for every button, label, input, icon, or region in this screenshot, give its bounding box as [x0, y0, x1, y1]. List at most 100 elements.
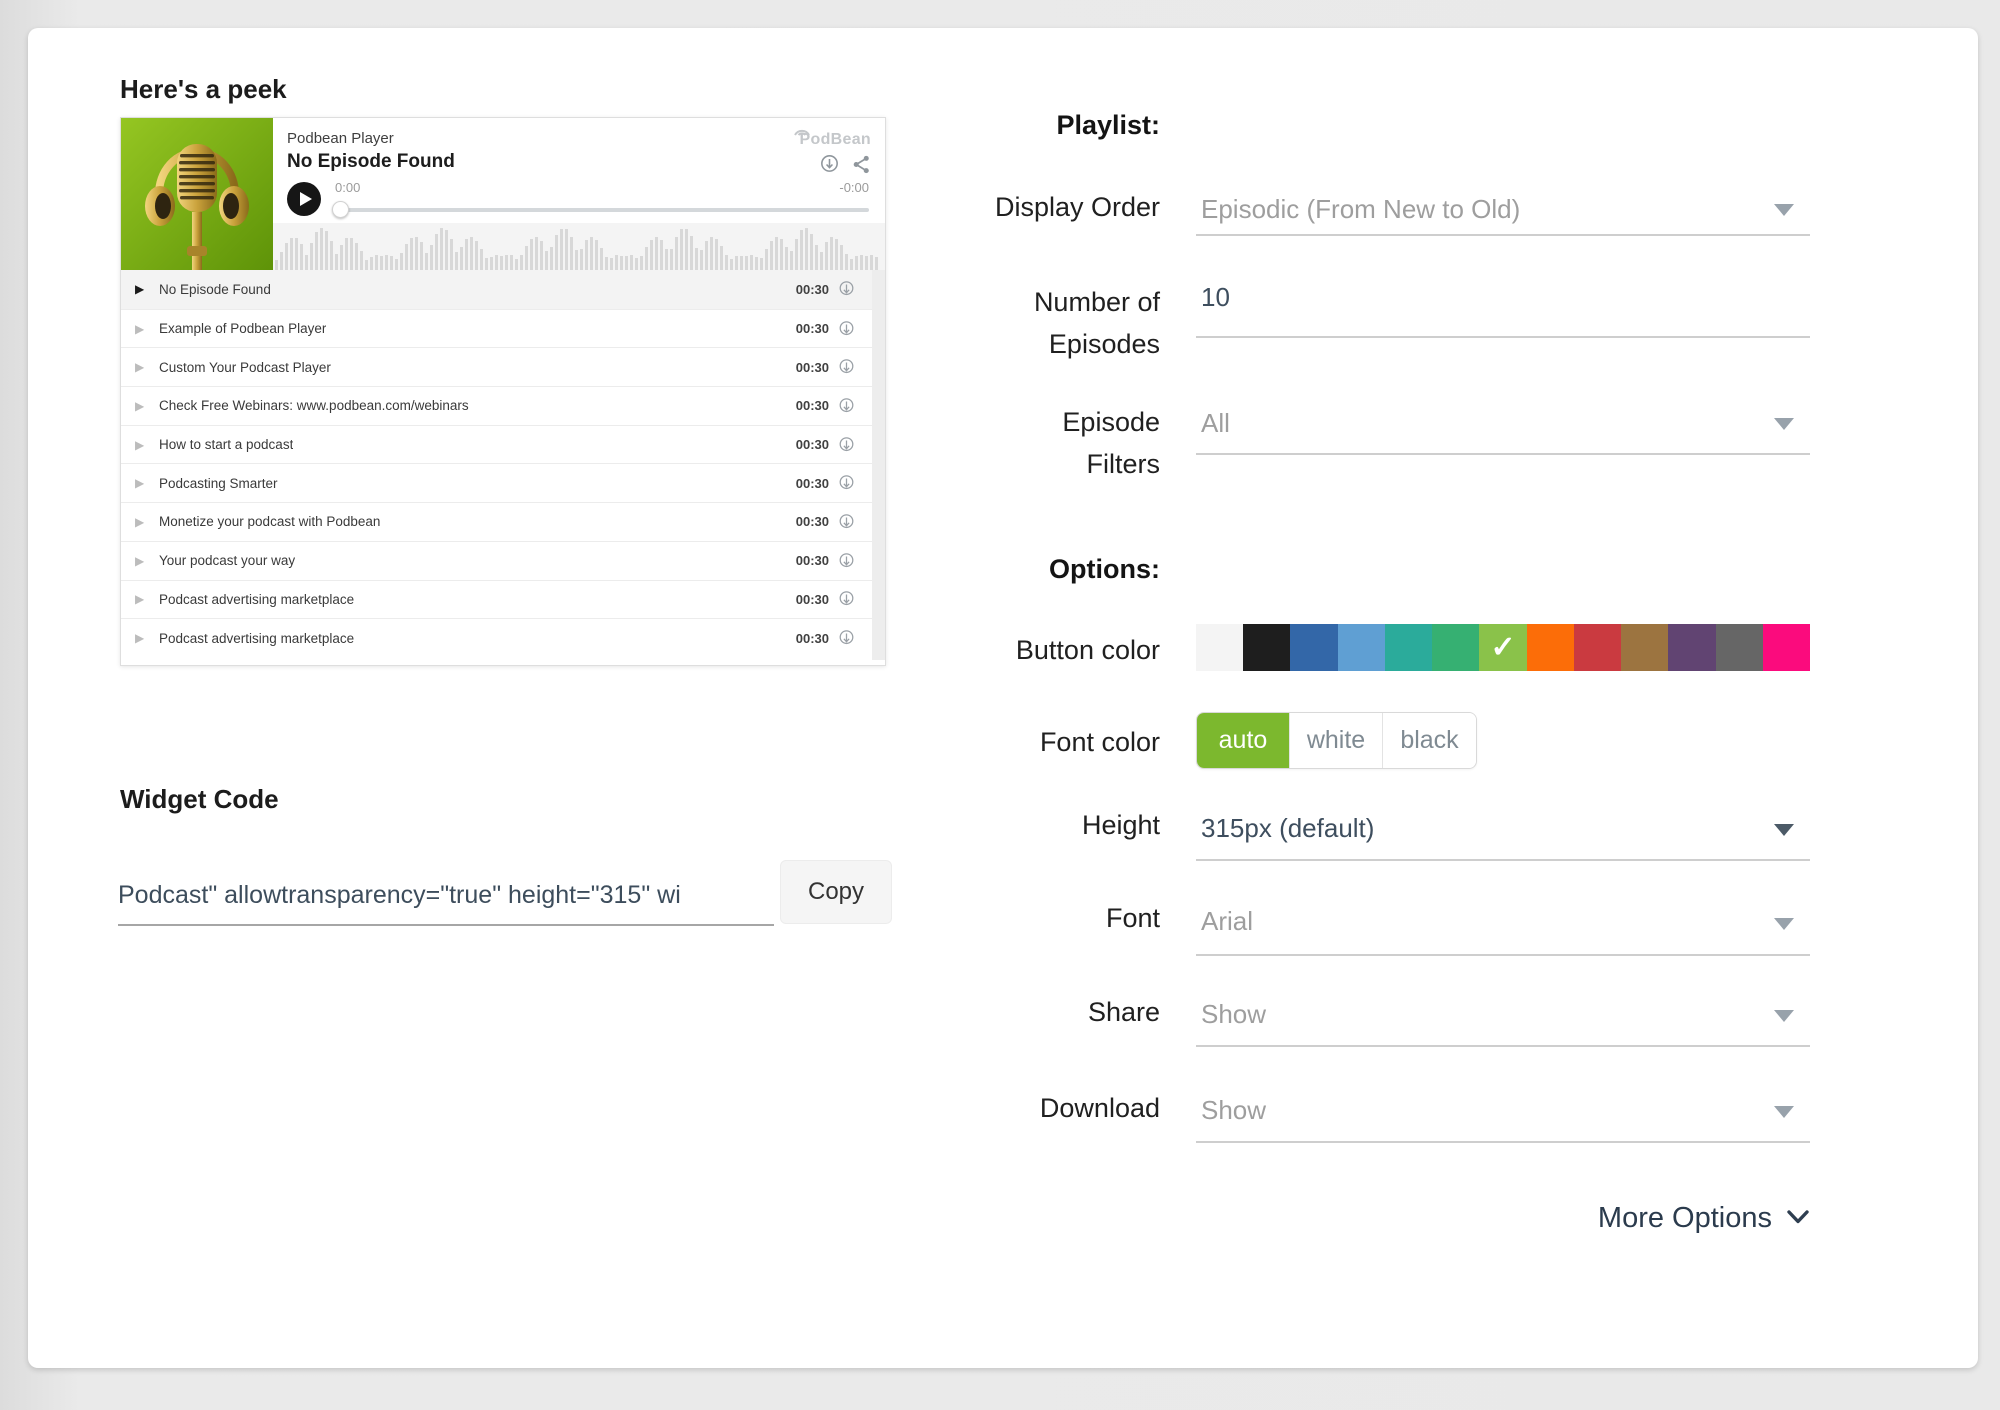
episode-download-icon[interactable]	[838, 590, 855, 608]
episode-download-icon[interactable]	[838, 474, 855, 492]
color-swatch[interactable]	[1527, 624, 1574, 671]
episode-filters-value: All	[1196, 400, 1810, 446]
chevron-down-icon	[1774, 1106, 1794, 1118]
episode-play-icon: ▶	[135, 476, 151, 490]
play-button[interactable]	[287, 182, 321, 216]
button-color-label: Button color	[888, 629, 1160, 671]
episode-download-icon[interactable]	[838, 629, 855, 647]
color-swatch[interactable]	[1290, 624, 1337, 671]
options-heading: Options:	[888, 554, 1160, 585]
color-swatch[interactable]	[1385, 624, 1432, 671]
episode-list: ▶ No Episode Found 00:30 ▶ Example of Po…	[121, 270, 885, 657]
share-label: Share	[888, 991, 1160, 1033]
chevron-down-icon	[1786, 1209, 1810, 1225]
height-value: 315px (default)	[1196, 804, 1810, 852]
episode-row[interactable]: ▶ Example of Podbean Player 00:30	[121, 309, 885, 348]
chevron-down-icon	[1774, 1010, 1794, 1022]
display-order-select[interactable]: Episodic (From New to Old)	[1196, 186, 1810, 236]
color-swatch[interactable]	[1338, 624, 1385, 671]
episode-filters-label: Episode Filters	[888, 401, 1160, 485]
episode-duration: 00:30	[796, 514, 829, 529]
episode-play-icon: ▶	[135, 282, 151, 296]
color-swatch[interactable]	[1716, 624, 1763, 671]
player-app-name: Podbean Player	[287, 130, 394, 147]
episode-play-icon: ▶	[135, 360, 151, 374]
episode-title: Check Free Webinars: www.podbean.com/web…	[159, 398, 469, 413]
episode-download-icon[interactable]	[838, 397, 855, 415]
episode-list-scrollbar[interactable]	[872, 270, 885, 660]
episode-row[interactable]: ▶ Your podcast your way 00:30	[121, 541, 885, 580]
episode-row[interactable]: ▶ Check Free Webinars: www.podbean.com/w…	[121, 386, 885, 425]
font-color-option[interactable]: black	[1383, 713, 1476, 768]
episode-play-icon: ▶	[135, 438, 151, 452]
font-color-group: auto white black	[1196, 712, 1477, 769]
more-options-label: More Options	[1598, 1202, 1772, 1234]
podbean-logo[interactable]: PodBean	[792, 124, 871, 149]
share-icon[interactable]	[852, 155, 871, 174]
font-value: Arial	[1196, 896, 1810, 946]
episode-play-icon: ▶	[135, 554, 151, 568]
font-select[interactable]: Arial	[1196, 896, 1810, 956]
episode-row[interactable]: ▶ Podcast advertising marketplace 00:30	[121, 580, 885, 619]
share-select[interactable]: Show	[1196, 990, 1810, 1047]
episode-download-icon[interactable]	[838, 552, 855, 570]
episode-download-icon[interactable]	[838, 358, 855, 376]
download-value: Show	[1196, 1086, 1810, 1134]
episode-duration: 00:30	[796, 360, 829, 375]
number-of-episodes-input[interactable]	[1196, 282, 1810, 313]
color-swatch[interactable]	[1196, 624, 1243, 671]
chevron-down-icon	[1774, 204, 1794, 216]
episode-title: Podcast advertising marketplace	[159, 592, 354, 607]
more-options-button[interactable]: More Options	[1196, 1202, 1810, 1235]
episode-title: Podcasting Smarter	[159, 476, 278, 491]
episode-row[interactable]: ▶ Monetize your podcast with Podbean 00:…	[121, 502, 885, 541]
font-label: Font	[888, 897, 1160, 939]
color-swatch[interactable]	[1668, 624, 1715, 671]
button-color-swatches	[1196, 624, 1810, 671]
episode-filters-select[interactable]: All	[1196, 400, 1810, 455]
chevron-down-icon	[1774, 418, 1794, 430]
share-value: Show	[1196, 990, 1810, 1038]
episode-duration: 00:30	[796, 553, 829, 568]
copy-button[interactable]: Copy	[780, 860, 892, 924]
episode-play-icon: ▶	[135, 322, 151, 336]
waveform	[273, 223, 885, 270]
seek-knob[interactable]	[332, 201, 349, 218]
episode-download-icon[interactable]	[838, 280, 855, 298]
episode-duration: 00:30	[796, 398, 829, 413]
font-color-option[interactable]: auto	[1197, 713, 1290, 768]
height-select[interactable]: 315px (default)	[1196, 804, 1810, 861]
widget-code-input[interactable]	[118, 866, 774, 926]
episode-play-icon: ▶	[135, 515, 151, 529]
seek-bar[interactable]	[335, 208, 869, 212]
episode-play-icon: ▶	[135, 399, 151, 413]
episode-title: No Episode Found	[159, 282, 271, 297]
episode-download-icon[interactable]	[838, 513, 855, 531]
episode-row[interactable]: ▶ Podcast advertising marketplace 00:30	[121, 618, 885, 657]
color-swatch[interactable]	[1479, 624, 1526, 671]
episode-title: How to start a podcast	[159, 437, 293, 452]
episode-row[interactable]: ▶ No Episode Found 00:30	[121, 270, 885, 309]
chevron-down-icon	[1774, 824, 1794, 836]
font-color-option[interactable]: white	[1290, 713, 1383, 768]
episode-row[interactable]: ▶ Podcasting Smarter 00:30	[121, 463, 885, 502]
color-swatch[interactable]	[1574, 624, 1621, 671]
download-icon[interactable]	[819, 154, 840, 175]
color-swatch[interactable]	[1243, 624, 1290, 671]
episode-row[interactable]: ▶ How to start a podcast 00:30	[121, 425, 885, 464]
number-of-episodes-field[interactable]	[1196, 282, 1810, 338]
color-swatch[interactable]	[1763, 624, 1810, 671]
episode-row[interactable]: ▶ Custom Your Podcast Player 00:30	[121, 347, 885, 386]
height-label: Height	[888, 804, 1160, 846]
episode-play-icon: ▶	[135, 592, 151, 606]
episode-download-icon[interactable]	[838, 436, 855, 454]
settings-card: Here's a peek	[28, 28, 1978, 1368]
download-select[interactable]: Show	[1196, 1086, 1810, 1143]
episode-title: Example of Podbean Player	[159, 321, 326, 336]
display-order-label: Display Order	[888, 186, 1160, 228]
color-swatch[interactable]	[1621, 624, 1668, 671]
episode-duration: 00:30	[796, 282, 829, 297]
color-swatch[interactable]	[1432, 624, 1479, 671]
podcast-artwork	[121, 118, 273, 270]
episode-download-icon[interactable]	[838, 320, 855, 338]
